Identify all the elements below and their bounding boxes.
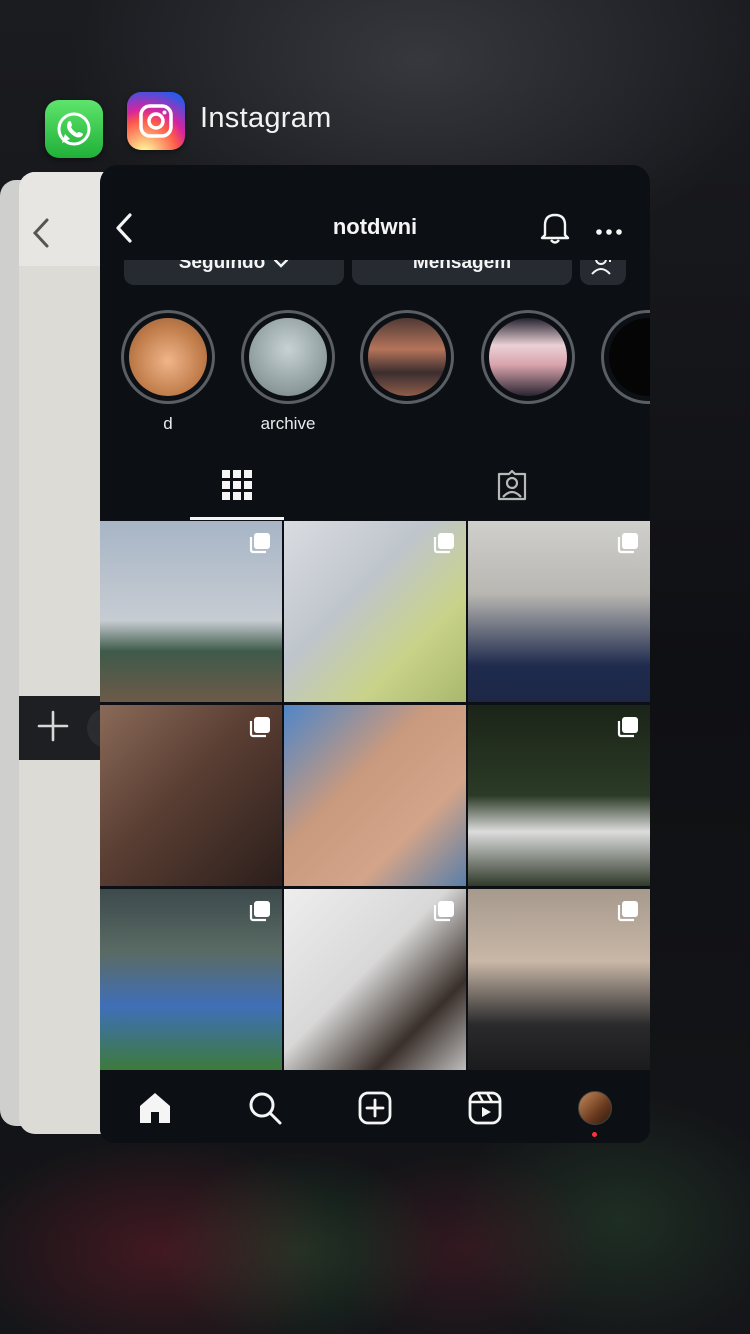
profile-header: notdwni <box>100 165 650 260</box>
create-icon[interactable] <box>355 1088 395 1128</box>
post-thumbnail[interactable] <box>100 705 282 886</box>
highlight-item[interactable] <box>359 310 455 434</box>
profile-tabs <box>100 450 650 520</box>
whatsapp-app-icon[interactable] <box>45 100 103 158</box>
carousel-icon <box>249 717 270 738</box>
highlight-item[interactable] <box>480 310 576 434</box>
highlight-label <box>480 414 576 434</box>
highlight-cover <box>489 318 567 396</box>
post-thumbnail[interactable] <box>284 521 466 702</box>
tab-tagged[interactable] <box>465 450 559 520</box>
instagram-app-card[interactable]: Seguindo Mensagem notdwni d archive <box>100 165 650 1143</box>
more-options-icon[interactable] <box>595 223 623 241</box>
highlight-ring <box>121 310 215 404</box>
chevron-left-icon <box>29 216 55 255</box>
highlight-cover <box>609 318 650 396</box>
highlight-label: archive <box>260 414 316 433</box>
highlight-label: d <box>163 414 173 433</box>
highlight-label <box>600 414 650 434</box>
instagram-app-icon[interactable] <box>127 92 185 150</box>
carousel-icon <box>617 533 638 554</box>
carousel-icon <box>249 901 270 922</box>
post-thumbnail[interactable] <box>284 705 466 886</box>
post-thumbnail[interactable] <box>100 521 282 702</box>
highlight-ring <box>360 310 454 404</box>
avatar <box>578 1091 612 1125</box>
highlight-ring <box>241 310 335 404</box>
whatsapp-logo-icon <box>57 112 91 146</box>
highlight-ring <box>601 310 650 404</box>
highlight-item[interactable] <box>600 310 650 434</box>
highlight-label <box>359 414 455 434</box>
post-thumbnail[interactable] <box>468 521 650 702</box>
post-thumbnail[interactable] <box>468 705 650 886</box>
search-icon[interactable] <box>245 1088 285 1128</box>
profile-avatar[interactable] <box>575 1088 615 1128</box>
highlight-item[interactable]: archive <box>240 310 336 434</box>
reels-icon[interactable] <box>465 1088 505 1128</box>
instagram-logo-icon <box>139 104 173 138</box>
carousel-icon <box>617 901 638 922</box>
tab-posts[interactable] <box>190 450 284 520</box>
bottom-navigation <box>100 1070 650 1143</box>
highlight-cover <box>368 318 446 396</box>
bell-icon[interactable] <box>538 209 572 250</box>
highlight-cover <box>249 318 327 396</box>
app-name-label: Instagram <box>200 102 332 134</box>
plus-icon <box>35 708 71 749</box>
carousel-icon <box>249 533 270 554</box>
posts-grid <box>100 521 650 1070</box>
post-thumbnail[interactable] <box>100 889 282 1070</box>
highlight-cover <box>129 318 207 396</box>
highlight-ring <box>481 310 575 404</box>
grid-icon <box>222 470 252 500</box>
carousel-icon <box>433 901 454 922</box>
active-tab-indicator <box>190 517 284 520</box>
tagged-icon <box>497 469 527 501</box>
carousel-icon <box>617 717 638 738</box>
notification-dot <box>592 1132 597 1137</box>
carousel-icon <box>433 533 454 554</box>
post-thumbnail[interactable] <box>284 889 466 1070</box>
story-highlights: d archive <box>100 310 650 440</box>
home-icon[interactable] <box>135 1088 175 1128</box>
highlight-item[interactable]: d <box>120 310 216 434</box>
post-thumbnail[interactable] <box>468 889 650 1070</box>
